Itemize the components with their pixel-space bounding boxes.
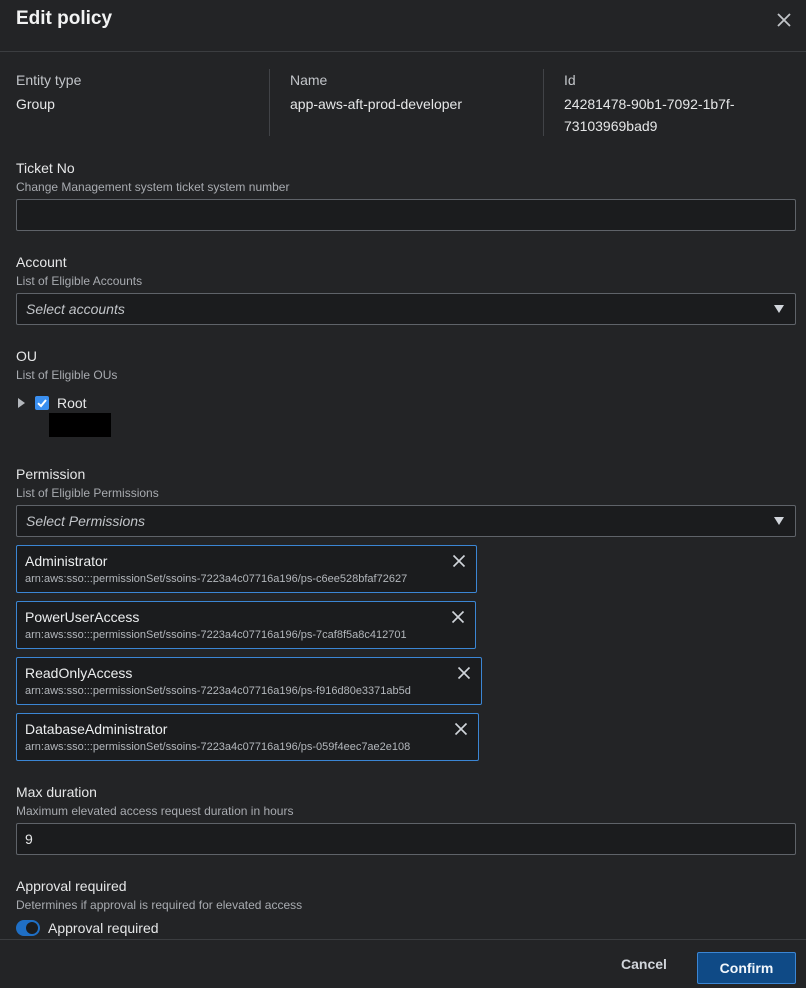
caret-down-icon bbox=[774, 517, 784, 525]
permission-token: DatabaseAdministrator arn:aws:sso:::perm… bbox=[16, 713, 479, 761]
permission-token-arn: arn:aws:sso:::permissionSet/ssoins-7223a… bbox=[25, 685, 411, 697]
divider bbox=[269, 69, 270, 136]
approval-toggle[interactable] bbox=[16, 920, 40, 936]
redacted-block bbox=[49, 413, 111, 437]
entity-type-value: Group bbox=[16, 96, 55, 112]
dialog-title: Edit policy bbox=[16, 8, 113, 29]
account-label: Account bbox=[16, 254, 67, 270]
entity-type-label: Entity type bbox=[16, 72, 82, 88]
cancel-button[interactable]: Cancel bbox=[604, 956, 684, 980]
approval-label: Approval required bbox=[16, 878, 127, 894]
ticket-label: Ticket No bbox=[16, 160, 75, 176]
permission-label: Permission bbox=[16, 466, 86, 482]
divider bbox=[543, 69, 544, 136]
account-select-placeholder: Select accounts bbox=[26, 301, 125, 317]
permission-token: ReadOnlyAccess arn:aws:sso:::permissionS… bbox=[16, 657, 482, 705]
account-select[interactable]: Select accounts bbox=[16, 293, 796, 325]
entity-name-value: app-aws-aft-prod-developer bbox=[290, 96, 462, 112]
duration-input[interactable]: 9 bbox=[16, 823, 796, 855]
entity-name-label: Name bbox=[290, 72, 328, 88]
permission-description: List of Eligible Permissions bbox=[16, 486, 159, 500]
permission-token-arn: arn:aws:sso:::permissionSet/ssoins-7223a… bbox=[25, 573, 408, 585]
permission-token: PowerUserAccess arn:aws:sso:::permission… bbox=[16, 601, 476, 649]
duration-label: Max duration bbox=[16, 784, 97, 800]
entity-id-value-line2: 73103969bad9 bbox=[564, 118, 658, 134]
account-description: List of Eligible Accounts bbox=[16, 274, 143, 288]
expand-arrow-icon[interactable] bbox=[18, 398, 25, 408]
ou-root-label: Root bbox=[57, 395, 87, 411]
remove-token-icon[interactable] bbox=[452, 554, 466, 568]
entity-id-label: Id bbox=[564, 72, 576, 88]
permission-token-name: PowerUserAccess bbox=[25, 609, 140, 625]
approval-description: Determines if approval is required for e… bbox=[16, 898, 303, 912]
dialog-header: Edit policy bbox=[0, 0, 806, 52]
permission-token: Administrator arn:aws:sso:::permissionSe… bbox=[16, 545, 477, 593]
caret-down-icon bbox=[774, 305, 784, 313]
dialog-footer: Cancel Confirm bbox=[0, 939, 806, 988]
permission-token-arn: arn:aws:sso:::permissionSet/ssoins-7223a… bbox=[25, 629, 407, 641]
permission-token-name: DatabaseAdministrator bbox=[25, 721, 168, 737]
approval-toggle-label: Approval required bbox=[48, 920, 159, 936]
ticket-description: Change Management system ticket system n… bbox=[16, 180, 290, 194]
permission-token-name: ReadOnlyAccess bbox=[25, 665, 133, 681]
check-icon bbox=[37, 399, 47, 408]
entity-id-value-line1: 24281478-90b1-7092-1b7f- bbox=[564, 96, 735, 112]
permission-select-placeholder: Select Permissions bbox=[26, 513, 146, 529]
duration-description: Maximum elevated access request duration… bbox=[16, 804, 294, 818]
remove-token-icon[interactable] bbox=[457, 666, 471, 680]
ticket-input[interactable] bbox=[16, 199, 796, 231]
close-icon[interactable] bbox=[774, 10, 794, 30]
toggle-knob bbox=[26, 922, 38, 934]
permission-token-arn: arn:aws:sso:::permissionSet/ssoins-7223a… bbox=[25, 741, 411, 753]
ou-root-checkbox[interactable] bbox=[35, 396, 49, 410]
remove-token-icon[interactable] bbox=[454, 722, 468, 736]
permission-token-name: Administrator bbox=[25, 553, 108, 569]
permission-select[interactable]: Select Permissions bbox=[16, 505, 796, 537]
ou-description: List of Eligible OUs bbox=[16, 368, 118, 382]
remove-token-icon[interactable] bbox=[451, 610, 465, 624]
confirm-button[interactable]: Confirm bbox=[697, 952, 796, 984]
ou-label: OU bbox=[16, 348, 37, 364]
